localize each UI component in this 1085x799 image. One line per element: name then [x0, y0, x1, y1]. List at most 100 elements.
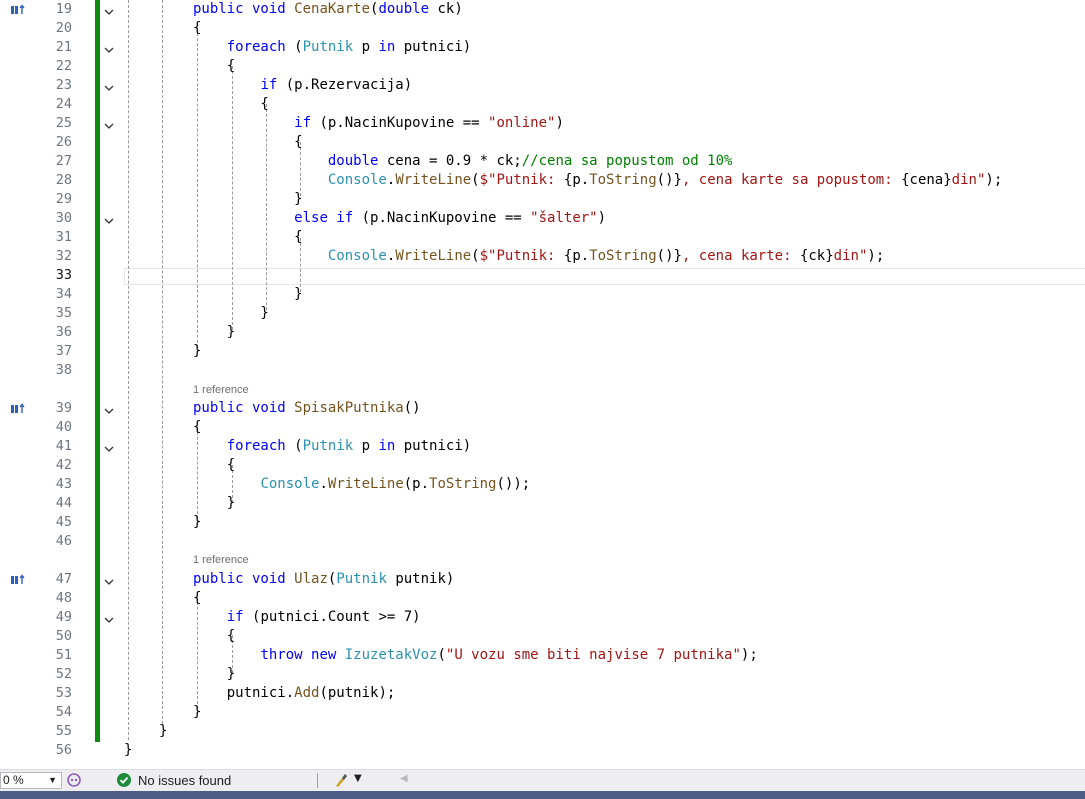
- code-token: (putnik);: [319, 685, 396, 701]
- line-number: 51: [55, 647, 72, 663]
- code-token: double: [327, 153, 387, 169]
- code-token: in: [378, 39, 396, 55]
- code-line[interactable]: 48 {: [0, 589, 1085, 608]
- code-token: else if: [294, 210, 362, 226]
- code-line[interactable]: 28 Console.WriteLine($"Putnik: {p.ToStri…: [0, 171, 1085, 190]
- code-token: if: [226, 609, 253, 625]
- issues-status[interactable]: No issues found: [138, 773, 231, 789]
- code-token: WriteLine: [395, 248, 472, 264]
- line-number: 26: [55, 134, 72, 150]
- line-number: 24: [55, 96, 72, 112]
- line-number: 25: [55, 115, 72, 131]
- code-line[interactable]: 45}: [0, 513, 1085, 532]
- code-token: Console: [260, 476, 320, 492]
- collapse-chevron-icon[interactable]: [103, 611, 115, 623]
- zoom-dropdown[interactable]: 0 % ▼: [0, 772, 62, 789]
- code-line[interactable]: 33: [0, 266, 1085, 285]
- code-token: (p.NacinKupovine ==: [361, 210, 531, 226]
- collapse-chevron-icon[interactable]: [103, 212, 115, 224]
- code-cleanup-icon[interactable]: [333, 772, 349, 788]
- code-editor[interactable]: 1 reference 1 reference 19 public void Ce…: [0, 0, 1085, 769]
- code-token: ck): [437, 1, 463, 17]
- line-number: 36: [55, 324, 72, 340]
- code-line[interactable]: 30 else if (p.NacinKupovine == "šalter"): [0, 209, 1085, 228]
- code-line[interactable]: 49 if (putnici.Count >= 7): [0, 608, 1085, 627]
- code-line[interactable]: 53 putnici.Add(putnik);: [0, 684, 1085, 703]
- code-line[interactable]: 26 {: [0, 133, 1085, 152]
- code-line[interactable]: 55}: [0, 722, 1085, 741]
- code-line[interactable]: 54}: [0, 703, 1085, 722]
- code-token: }: [193, 305, 269, 321]
- code-token: {: [193, 590, 202, 606]
- code-text: public void CenaKarte(double ck): [193, 0, 463, 19]
- collapse-chevron-icon[interactable]: [103, 573, 115, 585]
- collapse-chevron-icon[interactable]: [103, 3, 115, 15]
- code-line[interactable]: 21 foreach (Putnik p in putnici): [0, 38, 1085, 57]
- code-line[interactable]: 35 }: [0, 304, 1085, 323]
- code-line[interactable]: 31 {: [0, 228, 1085, 247]
- code-token: (putnici.Count >= 7): [252, 609, 421, 625]
- code-line[interactable]: 39 public void SpisakPutnika(): [0, 399, 1085, 418]
- code-token: putnici.: [193, 685, 295, 701]
- collapse-chevron-icon[interactable]: [103, 79, 115, 91]
- code-line[interactable]: 29 }: [0, 190, 1085, 209]
- code-text: public void SpisakPutnika(): [193, 399, 421, 418]
- code-line[interactable]: 52 }: [0, 665, 1085, 684]
- code-token: putnici): [395, 39, 472, 55]
- code-token: (p.: [403, 476, 430, 492]
- code-line[interactable]: 32 Console.WriteLine($"Putnik: {p.ToStri…: [0, 247, 1085, 266]
- code-text: {: [193, 589, 201, 608]
- code-token: ());: [496, 476, 531, 492]
- code-line[interactable]: 23 if (p.Rezervacija): [0, 76, 1085, 95]
- code-line[interactable]: 46: [0, 532, 1085, 551]
- code-line[interactable]: 47 public void Ulaz(Putnik putnik): [0, 570, 1085, 589]
- line-number: 40: [55, 419, 72, 435]
- line-number: 55: [55, 723, 72, 739]
- code-line[interactable]: 41 foreach (Putnik p in putnici): [0, 437, 1085, 456]
- collapse-chevron-icon[interactable]: [103, 117, 115, 129]
- code-line[interactable]: 36 }: [0, 323, 1085, 342]
- code-line[interactable]: 43 Console.WriteLine(p.ToString());: [0, 475, 1085, 494]
- code-line[interactable]: 42 {: [0, 456, 1085, 475]
- chevron-down-icon[interactable]: ▼: [354, 773, 362, 784]
- code-line[interactable]: 56}: [0, 741, 1085, 760]
- code-line[interactable]: 50 {: [0, 627, 1085, 646]
- code-line[interactable]: 27 double cena = 0.9 * ck;//cena sa popu…: [0, 152, 1085, 171]
- code-line[interactable]: 40 {: [0, 418, 1085, 437]
- code-token: putnici): [395, 438, 472, 454]
- code-line[interactable]: 44 }: [0, 494, 1085, 513]
- collapse-chevron-icon[interactable]: [103, 440, 115, 452]
- code-token: , cena karte:: [681, 248, 800, 264]
- code-line[interactable]: 25 if (p.NacinKupovine == "online"): [0, 114, 1085, 133]
- code-token: Putnik: [302, 438, 354, 454]
- line-number: 39: [55, 400, 72, 416]
- override-marker-icon[interactable]: [10, 403, 28, 415]
- code-token: {: [193, 229, 303, 245]
- collapse-chevron-icon[interactable]: [103, 402, 115, 414]
- line-number: 38: [55, 362, 72, 378]
- code-line[interactable]: 38: [0, 361, 1085, 380]
- code-line[interactable]: 51 throw new IzuzetakVoz("U vozu sme bit…: [0, 646, 1085, 665]
- codelens-references[interactable]: 1 reference: [193, 553, 249, 567]
- code-token: (p.NacinKupovine ==: [319, 115, 489, 131]
- line-number: 29: [55, 191, 72, 207]
- code-line[interactable]: 20 {: [0, 19, 1085, 38]
- code-line[interactable]: 37}: [0, 342, 1085, 361]
- code-token: public void: [193, 400, 295, 416]
- code-token: (: [471, 248, 480, 264]
- copilot-icon[interactable]: [66, 772, 82, 788]
- override-marker-icon[interactable]: [10, 4, 28, 16]
- code-token: {: [193, 457, 236, 473]
- code-text: }: [193, 285, 302, 304]
- codelens-references[interactable]: 1 reference: [193, 383, 249, 397]
- code-line[interactable]: 19 public void CenaKarte(double ck): [0, 0, 1085, 19]
- override-marker-icon[interactable]: [10, 574, 28, 586]
- scroll-left-icon[interactable]: ◀: [400, 773, 408, 784]
- code-text: {: [193, 418, 201, 437]
- code-line[interactable]: 34 }: [0, 285, 1085, 304]
- code-line[interactable]: 24 {: [0, 95, 1085, 114]
- collapse-chevron-icon[interactable]: [103, 41, 115, 53]
- code-line[interactable]: 22 {: [0, 57, 1085, 76]
- code-text: foreach (Putnik p in putnici): [193, 437, 471, 456]
